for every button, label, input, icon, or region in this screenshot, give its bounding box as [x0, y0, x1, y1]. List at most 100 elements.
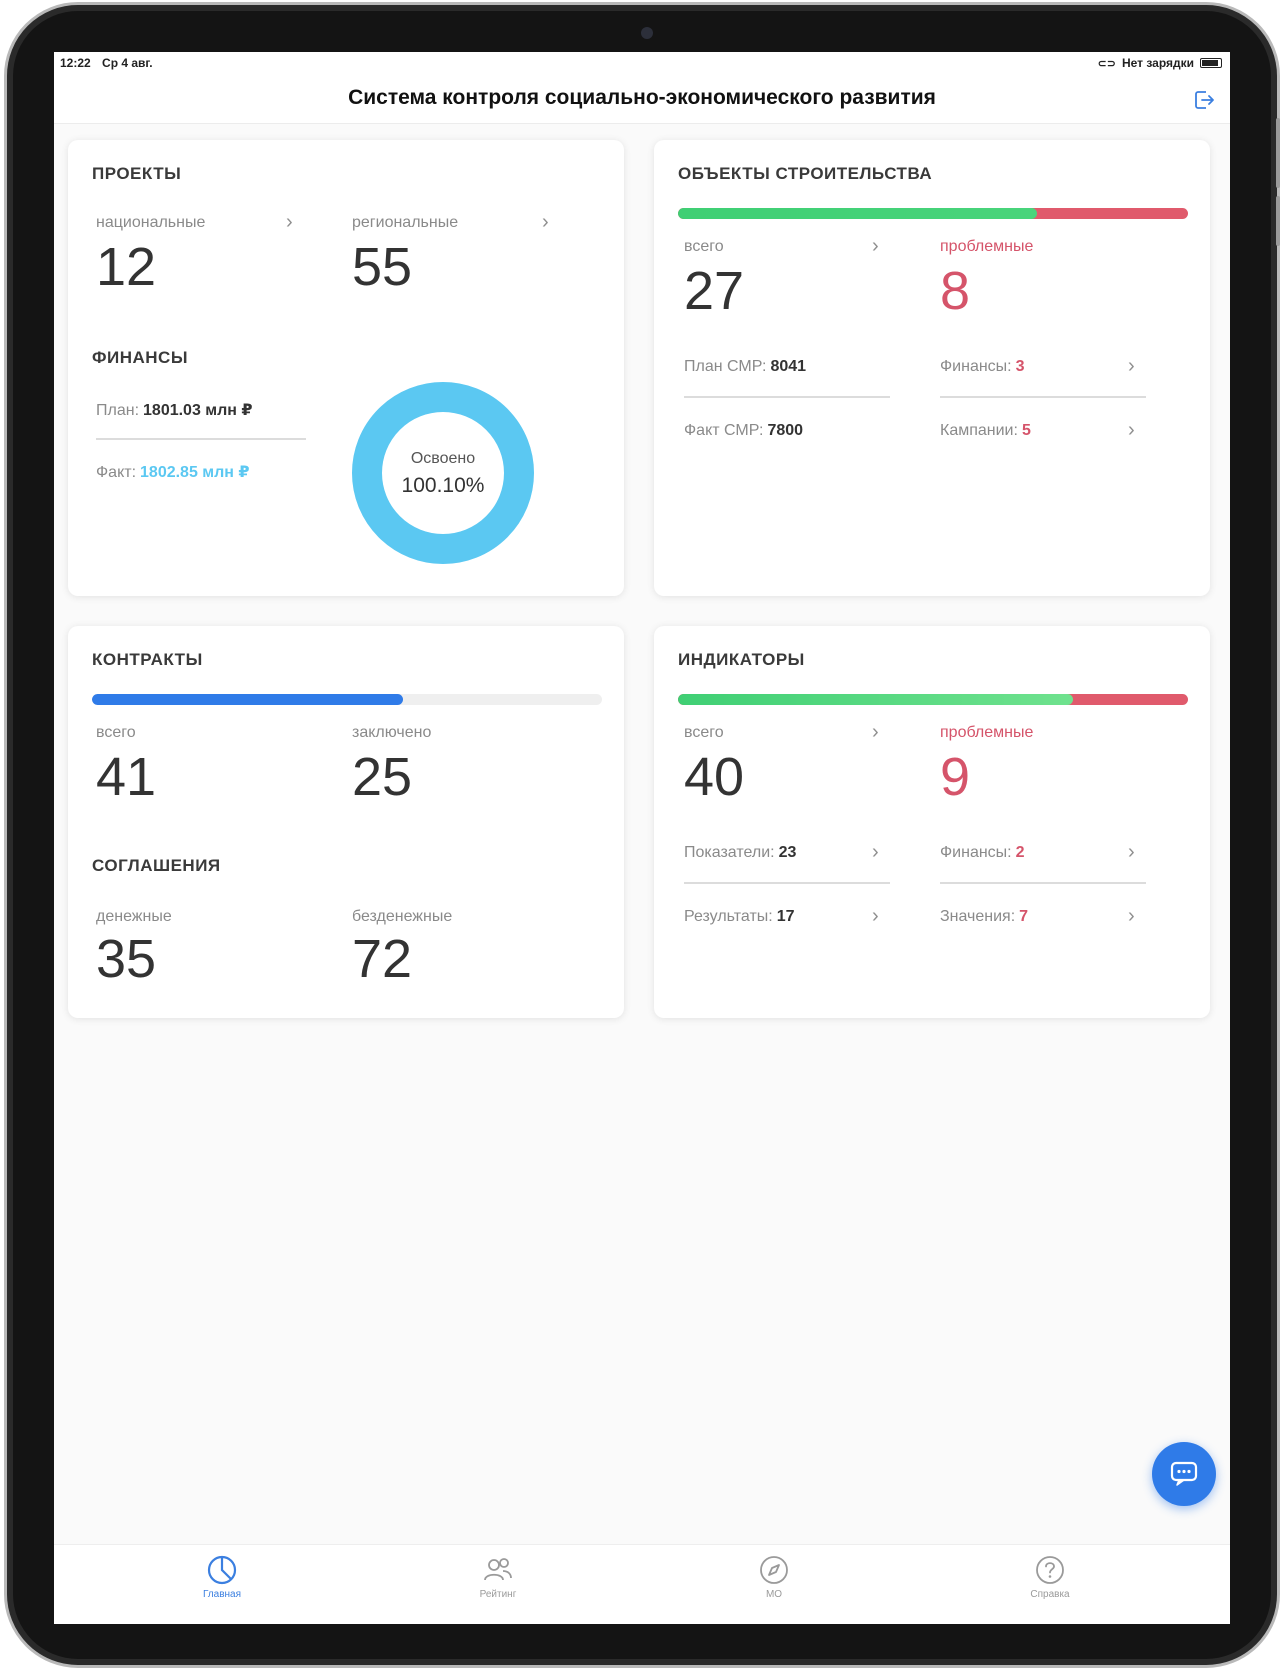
finance-plan-label: План:	[96, 402, 140, 419]
contracts-progress-bar	[92, 694, 602, 705]
projects-title: ПРОЕКТЫ	[92, 164, 182, 183]
contracts-signed-value: 25	[352, 747, 413, 807]
indicators-card: ИНДИКАТОРЫ всего › 40 проблемные 9 Показ…	[654, 626, 1210, 1018]
pie-chart-icon	[207, 1555, 237, 1585]
fact-smr-value: 7800	[767, 422, 804, 439]
construction-title: ОБЪЕКТЫ СТРОИТЕЛЬСТВА	[678, 164, 933, 183]
indicators-metrics-value: 23	[778, 844, 797, 861]
status-date: Ср 4 авг.	[102, 56, 153, 70]
divider	[940, 396, 1146, 398]
tab-label: МО	[765, 1589, 783, 1600]
side-button	[1276, 118, 1280, 188]
users-icon	[484, 1558, 512, 1581]
finance-plan: План: 1801.03 млн ₽	[96, 400, 253, 420]
divider	[684, 396, 890, 398]
help-icon	[1036, 1556, 1064, 1584]
indicators-ok-fill	[678, 694, 1074, 705]
construction-problem-value: 8	[940, 261, 971, 321]
status-time: 12:22	[60, 56, 91, 70]
indicators-total-value: 40	[684, 747, 745, 807]
page-title: Система контроля социально-экономическог…	[348, 86, 936, 109]
plan-smr-value: 8041	[770, 358, 807, 375]
chevron-right-icon: ›	[542, 211, 549, 233]
chevron-right-icon: ›	[872, 905, 879, 927]
logout-icon[interactable]	[1192, 88, 1216, 112]
chevron-right-icon: ›	[286, 211, 293, 233]
indicators-finance-label: Финансы:	[940, 844, 1012, 861]
construction-card: ОБЪЕКТЫ СТРОИТЕЛЬСТВА всего › 27 проблем…	[654, 140, 1210, 596]
finance-fact: Факт: 1802.85 млн ₽	[96, 462, 250, 482]
status-bar: 12:22 Ср 4 авг. ⊂⊃ Нет зарядки	[54, 52, 1230, 74]
indicators-results-label: Результаты:	[684, 908, 773, 925]
chevron-right-icon: ›	[872, 841, 879, 863]
chevron-right-icon: ›	[872, 721, 879, 743]
compass-icon	[760, 1556, 788, 1584]
donut-value: 100.10%	[401, 474, 485, 497]
tab-label: Главная	[202, 1589, 242, 1600]
agreements-monetary-value: 35	[96, 929, 157, 989]
fact-smr-label: Факт СМР:	[684, 422, 764, 439]
agreements-nonmonetary-value: 72	[352, 929, 413, 989]
tab-label: Рейтинг	[479, 1589, 517, 1600]
plan-smr-label: План СМР:	[684, 358, 767, 375]
indicators-finance: Финансы: 2	[940, 844, 1025, 862]
status-time-date: 12:22 Ср 4 авг.	[60, 56, 153, 70]
construction-ok-fill	[678, 208, 1038, 219]
indicators-results: Результаты: 17	[684, 908, 795, 926]
agreements-title: СОГЛАШЕНИЯ	[92, 856, 221, 875]
indicators-problem-label: проблемные	[940, 724, 1034, 741]
finance-title: ФИНАНСЫ	[92, 348, 188, 367]
tab-home[interactable]: Главная	[162, 1553, 282, 1600]
construction-campaigns-value: 5	[1021, 422, 1031, 439]
tab-mo[interactable]: МО	[714, 1553, 834, 1600]
indicators-total-label: всего	[684, 724, 724, 741]
construction-finance: Финансы: 3	[940, 358, 1025, 376]
construction-status-bar	[678, 208, 1188, 219]
chevron-right-icon: ›	[1128, 355, 1135, 377]
divider	[684, 882, 890, 884]
projects-card: ПРОЕКТЫ национальные › 12 региональные ›…	[68, 140, 624, 596]
dashboard-content: ПРОЕКТЫ национальные › 12 региональные ›…	[54, 124, 1230, 1544]
agreements-monetary-label: денежные	[96, 908, 172, 925]
construction-finance-label: Финансы:	[940, 358, 1012, 375]
divider	[96, 438, 306, 440]
chevron-right-icon: ›	[1128, 419, 1135, 441]
chat-button[interactable]	[1152, 1442, 1216, 1506]
status-right: ⊂⊃ Нет зарядки	[1098, 56, 1222, 70]
charging-status: Нет зарядки	[1121, 56, 1194, 70]
construction-campaigns-label: Кампании:	[940, 422, 1018, 439]
contracts-total-label: всего	[96, 724, 136, 741]
contracts-signed-label: заключено	[352, 724, 432, 741]
contracts-progress-fill	[92, 694, 404, 705]
national-value: 12	[96, 237, 157, 297]
construction-finance-value: 3	[1015, 358, 1025, 375]
plan-smr: План СМР: 8041	[684, 358, 806, 376]
tab-help[interactable]: Справка	[990, 1553, 1110, 1600]
chevron-right-icon: ›	[1128, 841, 1135, 863]
indicators-finance-value: 2	[1015, 844, 1025, 861]
construction-campaigns: Кампании: 5	[940, 422, 1031, 440]
side-button	[1276, 196, 1280, 246]
contracts-card: КОНТРАКТЫ всего 41 заключено 25 СОГЛАШЕН…	[68, 626, 624, 1018]
tab-label: Справка	[1030, 1589, 1070, 1600]
tab-rating[interactable]: Рейтинг	[438, 1553, 558, 1600]
app-header: Система контроля социально-экономическог…	[54, 74, 1230, 124]
national-label: национальные	[96, 214, 206, 231]
screen: 12:22 Ср 4 авг. ⊂⊃ Нет зарядки Система к…	[54, 52, 1230, 1624]
chevron-right-icon: ›	[872, 235, 879, 257]
construction-problem-label: проблемные	[940, 238, 1034, 255]
contracts-total-value: 41	[96, 747, 157, 807]
fact-smr: Факт СМР: 7800	[684, 422, 803, 440]
indicators-metrics-label: Показатели:	[684, 844, 775, 861]
link-icon: ⊂⊃	[1097, 57, 1116, 70]
indicators-values-value: 7	[1019, 908, 1029, 925]
donut-arc	[352, 382, 534, 564]
finance-plan-value: 1801.03 млн ₽	[143, 402, 253, 419]
finance-fact-value: 1802.85 млн ₽	[140, 464, 250, 481]
indicators-problem-value: 9	[940, 747, 971, 807]
chat-icon	[1170, 1461, 1198, 1486]
contracts-title: КОНТРАКТЫ	[92, 650, 203, 669]
finance-fact-label: Факт:	[96, 464, 137, 481]
indicators-values-label: Значения:	[940, 908, 1016, 925]
agreements-nonmonetary-label: безденежные	[352, 908, 453, 925]
